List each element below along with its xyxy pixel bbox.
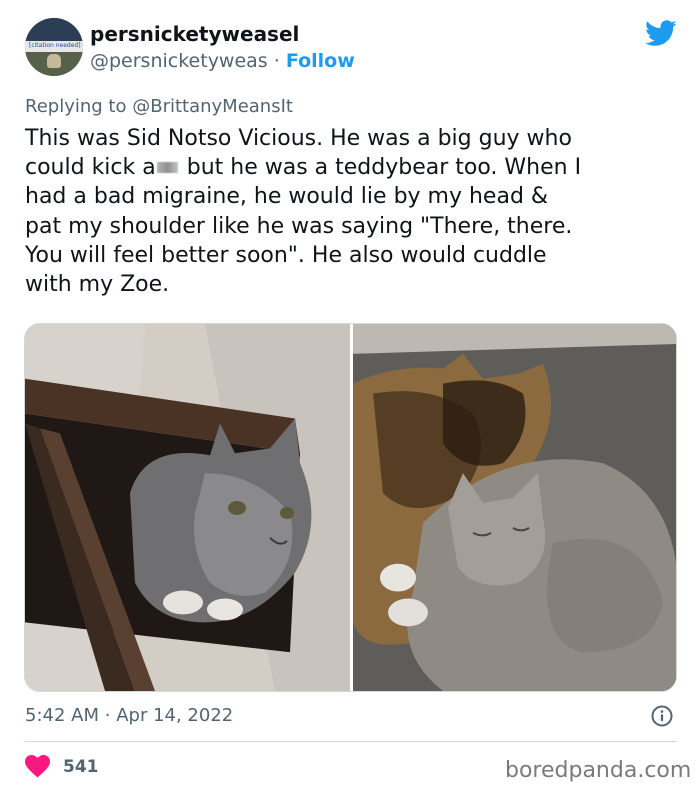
tweet-time: 5:42 AM <box>25 705 99 726</box>
follow-button[interactable]: Follow <box>286 50 355 72</box>
tweet-line: had a bad migraine, he would lie by my h… <box>25 184 549 210</box>
tweet-line: with my Zoe. <box>25 272 170 298</box>
handle-separator: · <box>273 50 280 72</box>
tweet-date: Apr 14, 2022 <box>116 705 234 726</box>
tweet-line: You will feel better soon". He also woul… <box>25 242 547 268</box>
like-count[interactable]: 541 <box>63 757 99 777</box>
cat-photo-right[interactable] <box>353 324 676 691</box>
avatar-caption: [citation needed] <box>29 42 81 50</box>
tweet-text: This was Sid Notso Vicious. He was a big… <box>25 124 675 299</box>
info-icon[interactable] <box>650 704 674 728</box>
timestamp-separator: · <box>104 705 111 726</box>
watermark: boredpanda.com <box>505 758 692 783</box>
censor-blur <box>156 162 178 174</box>
tweet-timestamp[interactable]: 5:42 AM · Apr 14, 2022 <box>25 705 233 726</box>
reply-mention[interactable]: @BrittanyMeansIt <box>132 96 293 117</box>
handle-row: @persnicketyweas · Follow <box>90 50 355 72</box>
tweet-line: This was Sid Notso Vicious. He was a big… <box>25 126 572 151</box>
reply-prefix: Replying to <box>25 96 127 117</box>
tweet-line: could kick a but he was a teddybear too.… <box>25 155 582 181</box>
tweet-line: pat my shoulder like he was saying "Ther… <box>25 213 573 239</box>
user-handle[interactable]: @persnicketyweas <box>90 50 268 72</box>
avatar[interactable]: [citation needed] <box>25 18 83 76</box>
reply-context: Replying to @BrittanyMeansIt <box>25 96 293 117</box>
tweet-media <box>24 323 677 692</box>
cat-photo-left[interactable] <box>25 324 350 691</box>
tweet-card: [citation needed] persnicketyweasel @per… <box>0 0 700 795</box>
heart-icon[interactable] <box>25 755 50 778</box>
divider <box>25 741 677 742</box>
twitter-bird-icon[interactable] <box>645 20 677 47</box>
display-name[interactable]: persnicketyweasel <box>90 22 299 46</box>
